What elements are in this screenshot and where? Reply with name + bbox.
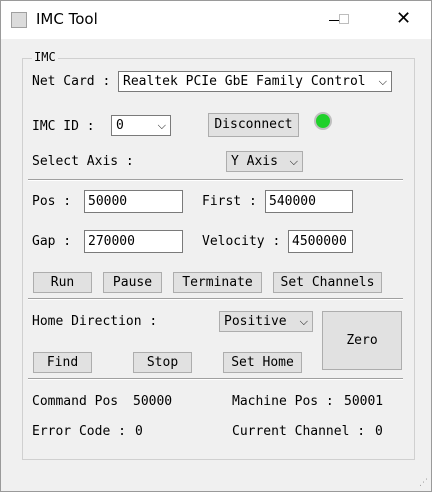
chevron-down-icon: ⌵ bbox=[289, 155, 298, 168]
machine-pos-value: 50001 bbox=[344, 394, 384, 409]
first-label: First : bbox=[202, 194, 257, 209]
separator-3 bbox=[28, 378, 403, 380]
axis-select[interactable]: Y Axis ⌵ bbox=[226, 151, 303, 172]
imc-id-value: 0 bbox=[116, 118, 124, 133]
stop-button[interactable]: Stop bbox=[133, 352, 192, 373]
window-title: IMC Tool bbox=[36, 10, 98, 28]
home-direction-select[interactable]: Positive ⌵ bbox=[219, 311, 313, 332]
imc-id-label: IMC ID : bbox=[32, 119, 95, 134]
home-direction-value: Positive bbox=[224, 314, 287, 329]
run-button[interactable]: Run bbox=[33, 272, 92, 293]
title-bar[interactable]: IMC Tool ✕ bbox=[1, 1, 431, 39]
error-code-value: 0 bbox=[135, 424, 143, 439]
pos-input[interactable]: 50000 bbox=[84, 190, 183, 213]
net-card-select[interactable]: Realtek PCIe GbE Family Control ⌵ bbox=[118, 71, 392, 92]
machine-pos-label: Machine Pos : bbox=[232, 394, 334, 409]
chevron-down-icon: ⌵ bbox=[378, 75, 387, 88]
imc-id-select[interactable]: 0 ⌵ bbox=[111, 115, 171, 136]
first-input[interactable]: 540000 bbox=[265, 190, 353, 213]
zero-button[interactable]: Zero bbox=[322, 311, 402, 370]
pos-label: Pos : bbox=[32, 194, 72, 209]
current-channel-value: 0 bbox=[375, 424, 383, 439]
command-pos-value: 50000 bbox=[133, 394, 173, 409]
status-led-icon bbox=[314, 112, 332, 130]
app-icon bbox=[11, 12, 27, 28]
find-button[interactable]: Find bbox=[33, 352, 92, 373]
pause-button[interactable]: Pause bbox=[103, 272, 162, 293]
group-title: IMC bbox=[32, 50, 58, 64]
gap-input[interactable]: 270000 bbox=[84, 230, 183, 253]
terminate-button[interactable]: Terminate bbox=[173, 272, 262, 293]
set-home-button[interactable]: Set Home bbox=[223, 352, 302, 373]
command-pos-label: Command Pos bbox=[32, 394, 119, 409]
velocity-label: Velocity : bbox=[202, 234, 281, 249]
current-channel-label: Current Channel : bbox=[232, 424, 366, 439]
home-direction-label: Home Direction : bbox=[32, 314, 158, 329]
maximize-button[interactable] bbox=[321, 1, 367, 39]
maximize-icon bbox=[339, 14, 349, 24]
disconnect-button[interactable]: Disconnect bbox=[208, 113, 299, 137]
close-icon: ✕ bbox=[396, 8, 412, 29]
axis-value: Y Axis bbox=[231, 154, 278, 169]
net-card-value: Realtek PCIe GbE Family Control bbox=[123, 74, 366, 89]
separator-1 bbox=[28, 179, 403, 181]
error-code-label: Error Code : bbox=[32, 424, 126, 439]
chevron-down-icon: ⌵ bbox=[157, 119, 166, 132]
chevron-down-icon: ⌵ bbox=[299, 315, 308, 328]
net-card-label: Net Card : bbox=[32, 74, 111, 89]
close-button[interactable]: ✕ bbox=[380, 1, 426, 39]
velocity-input[interactable]: 4500000 bbox=[288, 230, 353, 253]
imc-tool-window: IMC Tool ✕ IMC Net Card : Realtek PCIe G… bbox=[0, 0, 432, 492]
set-channels-button[interactable]: Set Channels bbox=[273, 272, 382, 293]
resize-grip-icon[interactable]: ⋰ bbox=[419, 478, 428, 488]
select-axis-label: Select Axis : bbox=[32, 154, 134, 169]
gap-label: Gap : bbox=[32, 234, 72, 249]
separator-2 bbox=[28, 298, 403, 300]
